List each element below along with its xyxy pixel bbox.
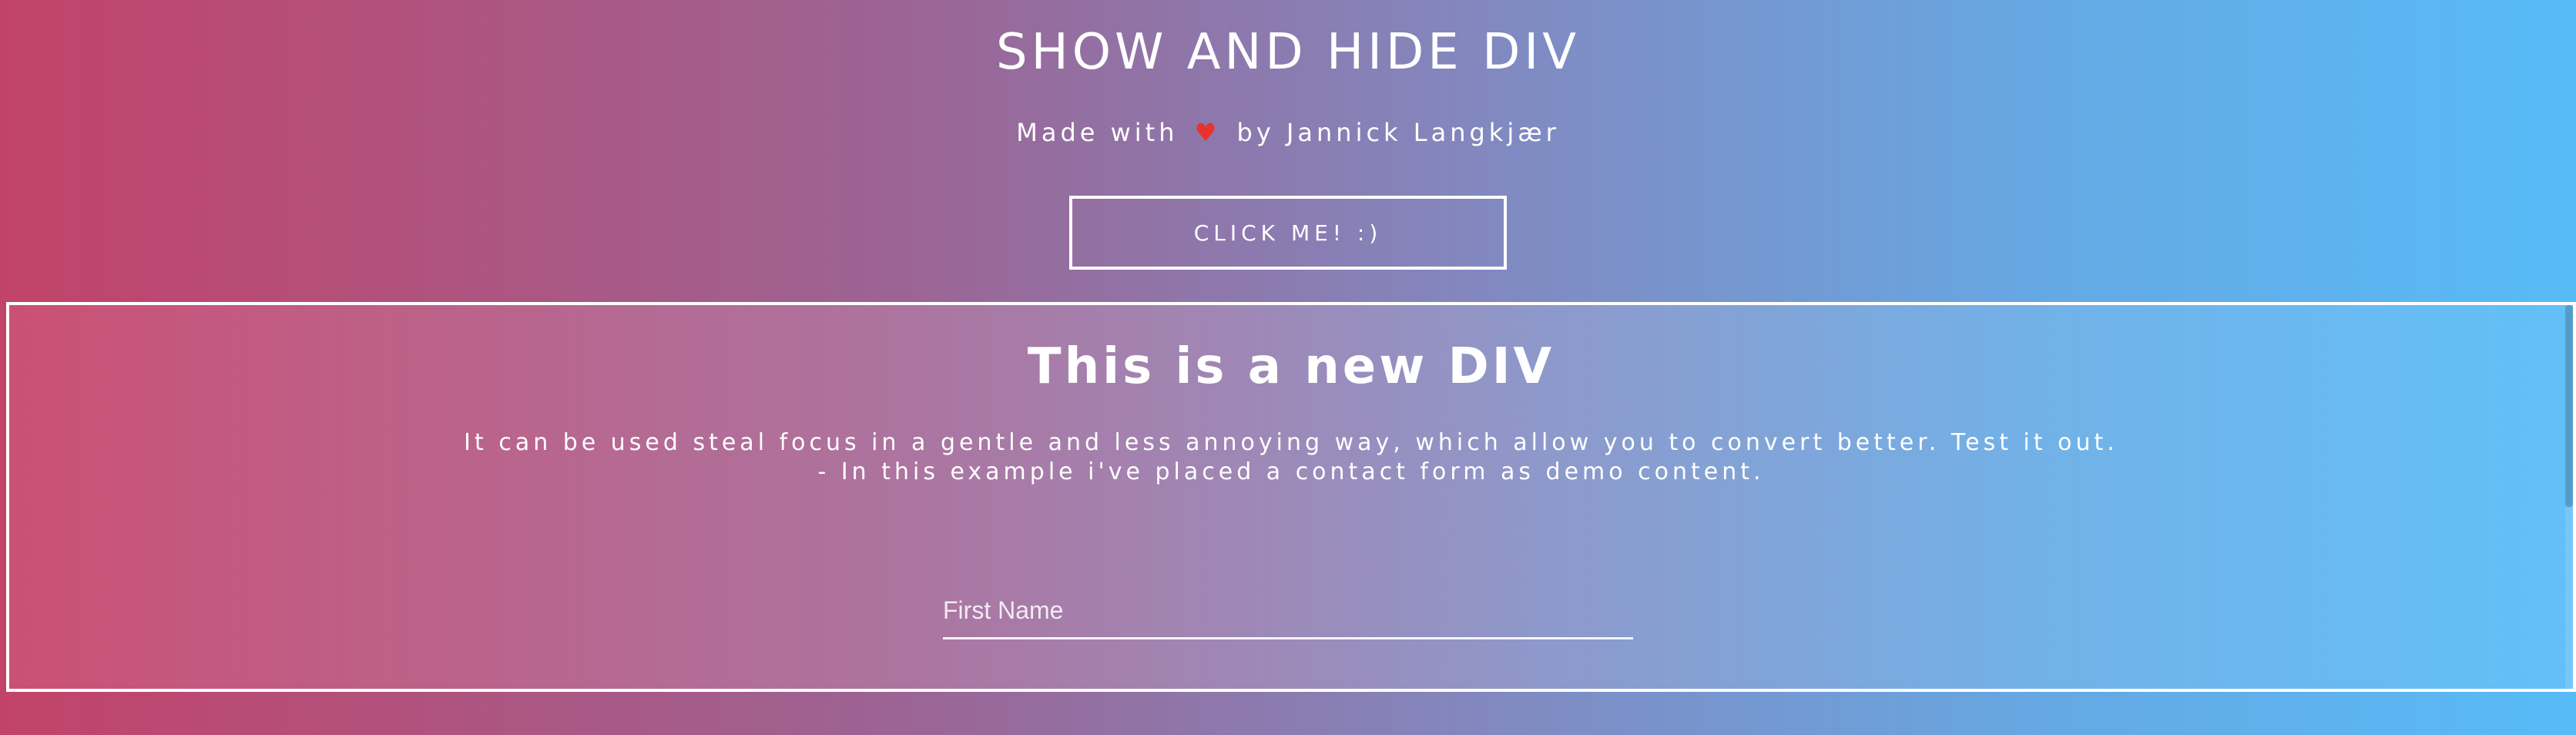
panel-scrollbar-thumb[interactable] bbox=[2565, 305, 2573, 507]
credit-author: by Jannick Langkjær bbox=[1236, 118, 1560, 147]
toggle-div-button[interactable]: CLICK ME! :) bbox=[1069, 196, 1507, 270]
panel-scrollbar[interactable] bbox=[2565, 305, 2573, 689]
panel-description: It can be used steal focus in a gentle a… bbox=[9, 428, 2573, 487]
panel-title: This is a new DIV bbox=[1027, 338, 1555, 395]
credit-prefix: Made with bbox=[1016, 118, 1179, 147]
first-name-input[interactable] bbox=[943, 590, 1633, 639]
heart-icon: ♥ bbox=[1194, 118, 1221, 147]
first-name-field bbox=[943, 590, 1636, 639]
panel-description-line-2: - In this example i've placed a contact … bbox=[817, 458, 1765, 485]
panel-description-line-1: It can be used steal focus in a gentle a… bbox=[464, 429, 2118, 456]
credit-line: Made with ♥ by Jannick Langkjær bbox=[0, 116, 2576, 149]
page-title: SHOW AND HIDE DIV bbox=[995, 24, 1581, 81]
revealed-panel: This is a new DIV It can be used steal f… bbox=[6, 302, 2576, 692]
